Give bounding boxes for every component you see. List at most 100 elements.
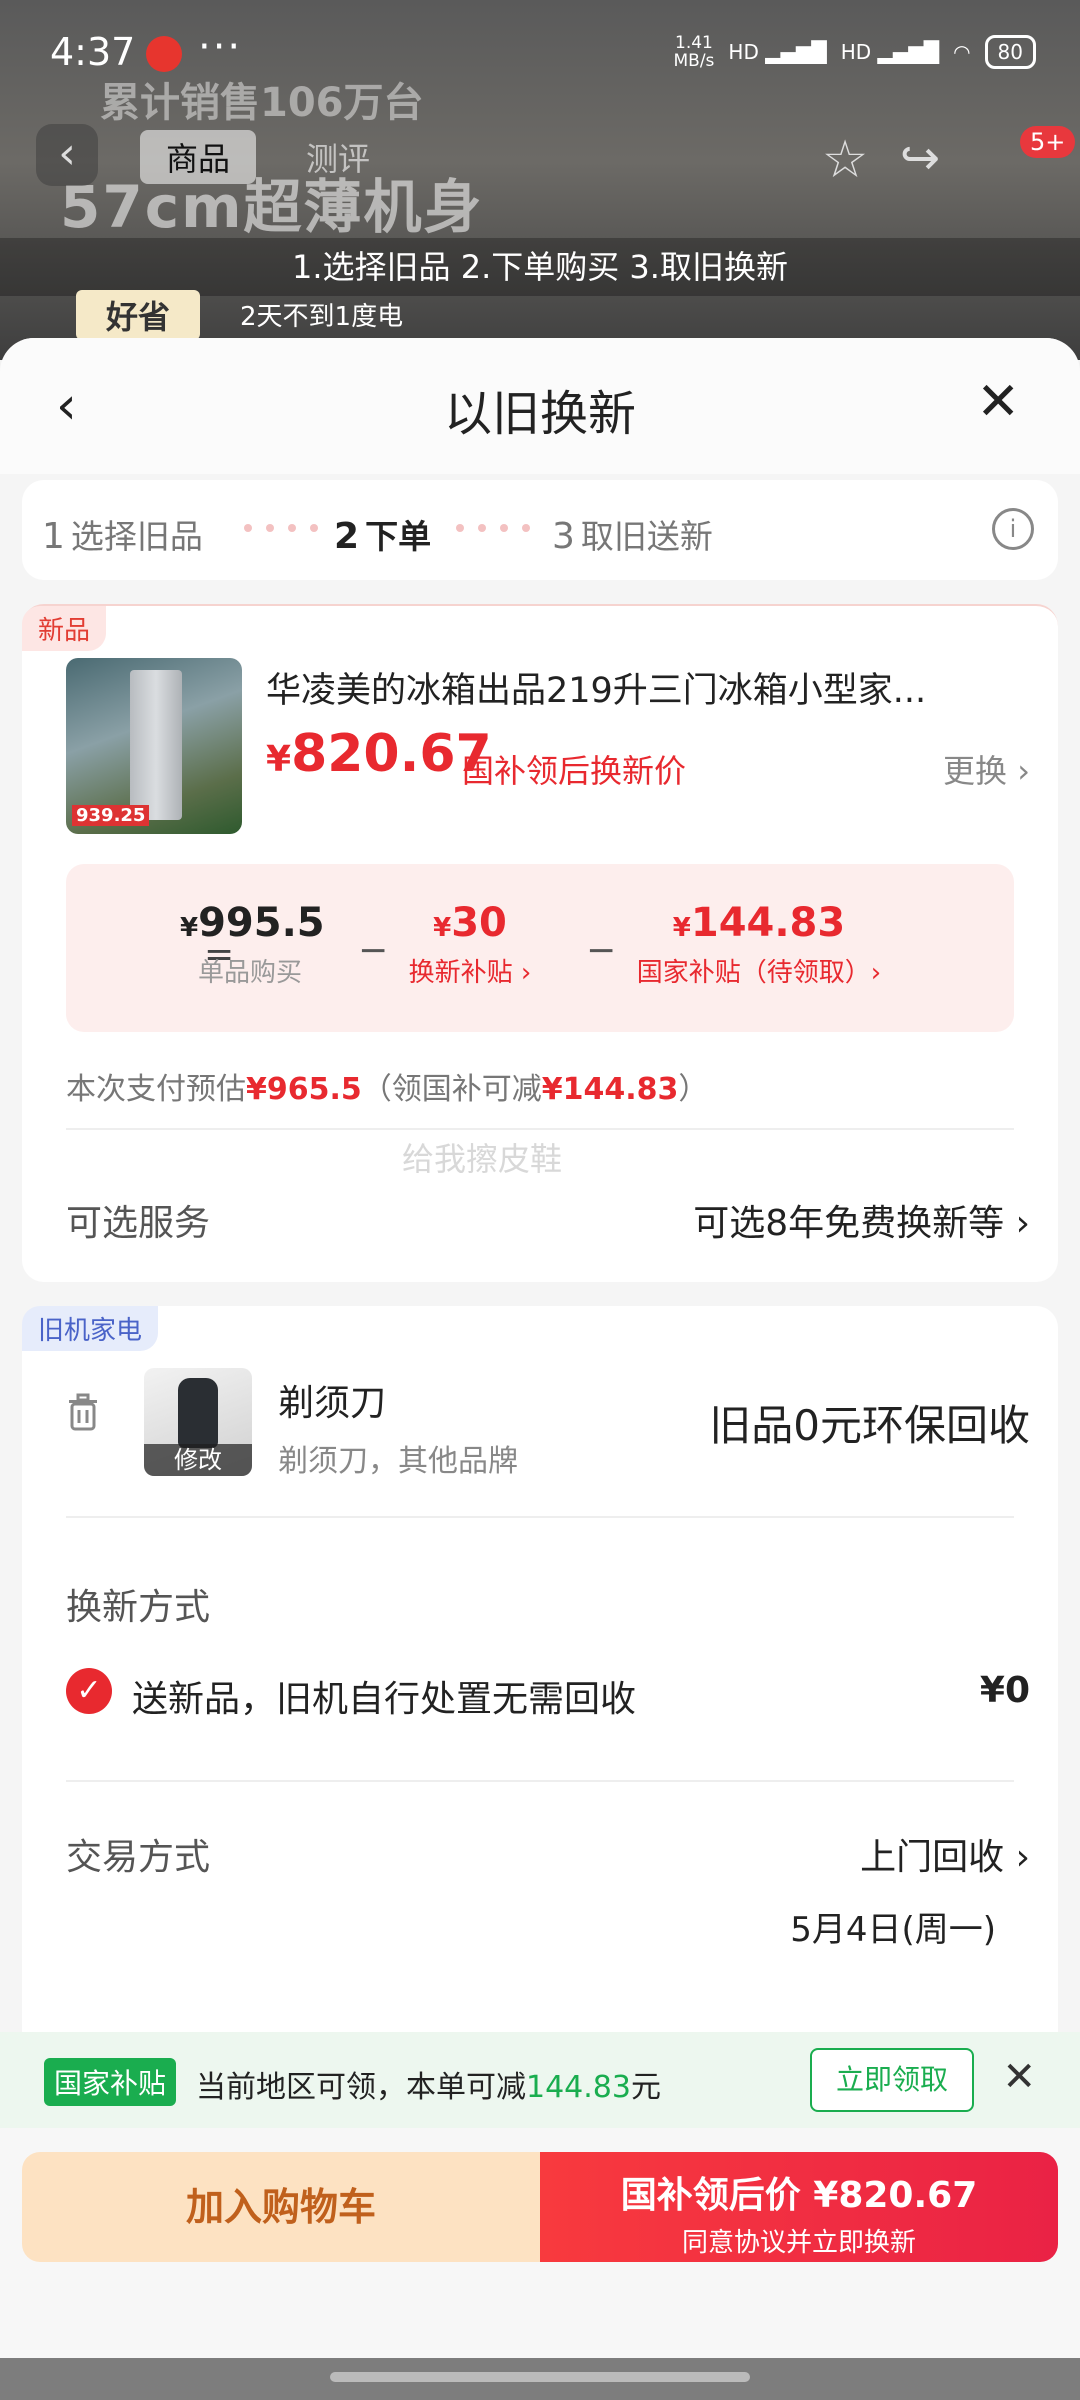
claim-subsidy-button[interactable]: 立即领取 xyxy=(810,2048,974,2112)
good-save-desc: 2天不到1度电 xyxy=(240,302,404,332)
old-appliance-desc: 剃须刀，其他品牌 xyxy=(278,1444,518,1479)
app-notification-icon xyxy=(146,36,182,72)
shaver-graphic xyxy=(178,1378,218,1448)
close-icon[interactable]: ✕ xyxy=(1002,2054,1036,2100)
unit-price-column: ¥995.5 单品购买 xyxy=(180,900,325,989)
fridge-graphic xyxy=(130,670,182,820)
step-label: 选择旧品 xyxy=(70,517,203,556)
step-connector xyxy=(244,524,318,532)
status-time: 4:37 xyxy=(50,30,136,74)
national-subsidy-value: ¥144.83 xyxy=(624,900,894,946)
signal-hd-1: HD xyxy=(728,40,759,64)
unit-price-label: 单品购买 xyxy=(197,958,302,988)
payment-estimate-prefix: 本次支付预估 xyxy=(66,1072,246,1107)
payment-estimate-value: ¥965.5 xyxy=(246,1072,362,1107)
step-pickup: 3 取旧送新 xyxy=(552,510,713,558)
step-select-old: 1 选择旧品 xyxy=(42,510,203,558)
network-speed-value: 1.41 xyxy=(675,33,713,53)
step-label: 下单 xyxy=(365,517,432,556)
step-number: 1 xyxy=(42,516,65,557)
wifi-icon: ◠ xyxy=(953,40,971,64)
national-subsidy-column[interactable]: ¥144.83 国家补贴（待领取）› xyxy=(624,900,894,989)
subsidy-text-prefix: 当前地区可领，本单可减 xyxy=(196,2070,526,2105)
currency-symbol: ¥ xyxy=(672,913,691,943)
price-label: 国补领后换新价 xyxy=(462,752,687,790)
share-icon[interactable]: ↪ xyxy=(900,130,940,186)
step-label: 取旧送新 xyxy=(580,517,713,556)
pickup-date[interactable]: 5月4日(周一) xyxy=(790,1902,996,1951)
tab-review[interactable]: 测评 xyxy=(306,130,370,184)
unit-price-amount: 995.5 xyxy=(198,900,325,946)
message-count-badge: 5+ xyxy=(1020,126,1076,158)
divider xyxy=(66,1516,1014,1518)
payment-estimate: 本次支付预估¥965.5（领国补可减¥144.83） xyxy=(66,1064,708,1108)
price-breakdown: = ¥995.5 单品购买 − ¥30 换新补贴 › − ¥144.83 国家补… xyxy=(66,864,1014,1032)
step-order: 2 下单 xyxy=(334,510,431,558)
status-right: 1.41 MB/s HD ▂▄▆█ HD ▂▄▆█ ◠ 80 xyxy=(673,34,1036,70)
trade-in-method-option[interactable]: 送新品，旧机自行处置无需回收 xyxy=(132,1670,636,1722)
sheet-header: ‹ 以旧换新 ✕ xyxy=(0,338,1080,474)
national-subsidy-tag: 国家补贴 xyxy=(44,2058,177,2106)
product-price: ¥820.67 xyxy=(266,724,492,784)
national-subsidy-amount: 144.83 xyxy=(690,900,846,946)
background-back-button[interactable]: ‹ xyxy=(36,124,98,186)
trade-in-method-title: 换新方式 xyxy=(66,1587,211,1628)
background-product-page: 累计销售106万台 57cm超薄机身 ‹ 商品 测评 ☆ ↪ 5+ 1.选择旧品… xyxy=(0,0,1080,360)
minus-sign: − xyxy=(358,930,389,971)
star-icon[interactable]: ☆ xyxy=(810,130,880,200)
trash-icon[interactable] xyxy=(66,1392,100,1432)
optional-service-link[interactable]: 可选8年免费换新等 › xyxy=(693,1194,1030,1246)
step-connector xyxy=(456,524,530,532)
old-appliance-name: 剃须刀 xyxy=(278,1383,387,1424)
signal-icon-2: HD ▂▄▆█ xyxy=(840,40,940,64)
good-save-tag: 好省 xyxy=(76,290,201,340)
status-bar: 4:37 ··· 1.41 MB/s HD ▂▄▆█ HD ▂▄▆█ ◠ 80 xyxy=(0,0,1080,110)
tab-product[interactable]: 商品 xyxy=(140,130,257,184)
check-icon[interactable]: ✓ xyxy=(66,1668,112,1714)
unit-price-value: ¥995.5 xyxy=(180,900,325,946)
currency-symbol: ¥ xyxy=(433,913,452,943)
optional-service-label: 可选服务 xyxy=(66,1203,211,1244)
product-name[interactable]: 华凌美的冰箱出品219升三门冰箱小型家... xyxy=(266,662,1006,713)
product-image[interactable]: 939.25 xyxy=(66,658,242,834)
new-product-card: 新品 939.25 华凌美的冰箱出品219升三门冰箱小型家... ¥820.67… xyxy=(22,604,1058,1282)
buy-now-agreement: 同意协议并立即换新 xyxy=(681,2228,916,2258)
network-speed-unit: MB/s xyxy=(673,51,715,71)
divider xyxy=(66,1128,1014,1130)
trade-in-subsidy-label: 换新补贴 › xyxy=(408,958,532,988)
subsidy-text: 当前地区可领，本单可减144.83元 xyxy=(196,2062,661,2106)
national-subsidy-bar: 国家补贴 当前地区可领，本单可减144.83元 立即领取 ✕ xyxy=(0,2032,1080,2128)
new-product-tag: 新品 xyxy=(22,606,107,651)
payment-estimate-mid: （领国补可减 xyxy=(361,1072,542,1107)
trade-in-subsidy-column[interactable]: ¥30 换新补贴 › xyxy=(400,900,540,989)
step-number: 2 xyxy=(334,516,360,557)
background-tabs: 商品 测评 xyxy=(140,130,370,184)
add-to-cart-button[interactable]: 加入购物车 xyxy=(22,2152,540,2262)
national-subsidy-label: 国家补贴（待领取）› xyxy=(636,958,882,988)
old-appliance-image[interactable]: 修改 xyxy=(144,1368,252,1476)
edit-old-appliance-button[interactable]: 修改 xyxy=(144,1444,252,1476)
close-icon[interactable]: ✕ xyxy=(976,372,1020,432)
trade-in-instruction: 1.选择旧品 2.下单购买 3.取旧换新 xyxy=(0,238,1080,296)
signal-hd-2: HD xyxy=(840,40,872,64)
change-product-button[interactable]: 更换 › xyxy=(943,746,1030,792)
subsidy-text-suffix: 元 xyxy=(630,2070,661,2105)
trade-mode-selector[interactable]: 上门回收 › xyxy=(860,1828,1030,1880)
minus-sign: − xyxy=(586,930,617,971)
trade-in-method-price: ¥0 xyxy=(979,1670,1030,1711)
steps-indicator: 1 选择旧品 2 下单 3 取旧送新 i xyxy=(22,480,1058,580)
trade-in-amount: 30 xyxy=(451,900,507,946)
payment-estimate-suffix: ） xyxy=(678,1072,709,1107)
buy-now-button[interactable]: 国补领后价 ¥820.67 同意协议并立即换新 xyxy=(540,2152,1058,2262)
info-icon[interactable]: i xyxy=(992,508,1034,550)
currency-symbol: ¥ xyxy=(180,913,199,943)
home-indicator[interactable] xyxy=(330,2372,750,2382)
product-image-price: 939.25 xyxy=(72,805,150,826)
old-appliance-tag: 旧机家电 xyxy=(22,1306,159,1351)
sheet-title: 以旧换新 xyxy=(443,386,636,442)
recycle-info: 旧品0元环保回收 xyxy=(709,1401,1030,1450)
payment-estimate-reduce: ¥144.83 xyxy=(541,1072,679,1107)
subsidy-amount: 144.83 xyxy=(526,2070,631,2105)
battery-icon: 80 xyxy=(984,35,1036,69)
signal-icon-1: HD ▂▄▆█ xyxy=(728,40,827,64)
